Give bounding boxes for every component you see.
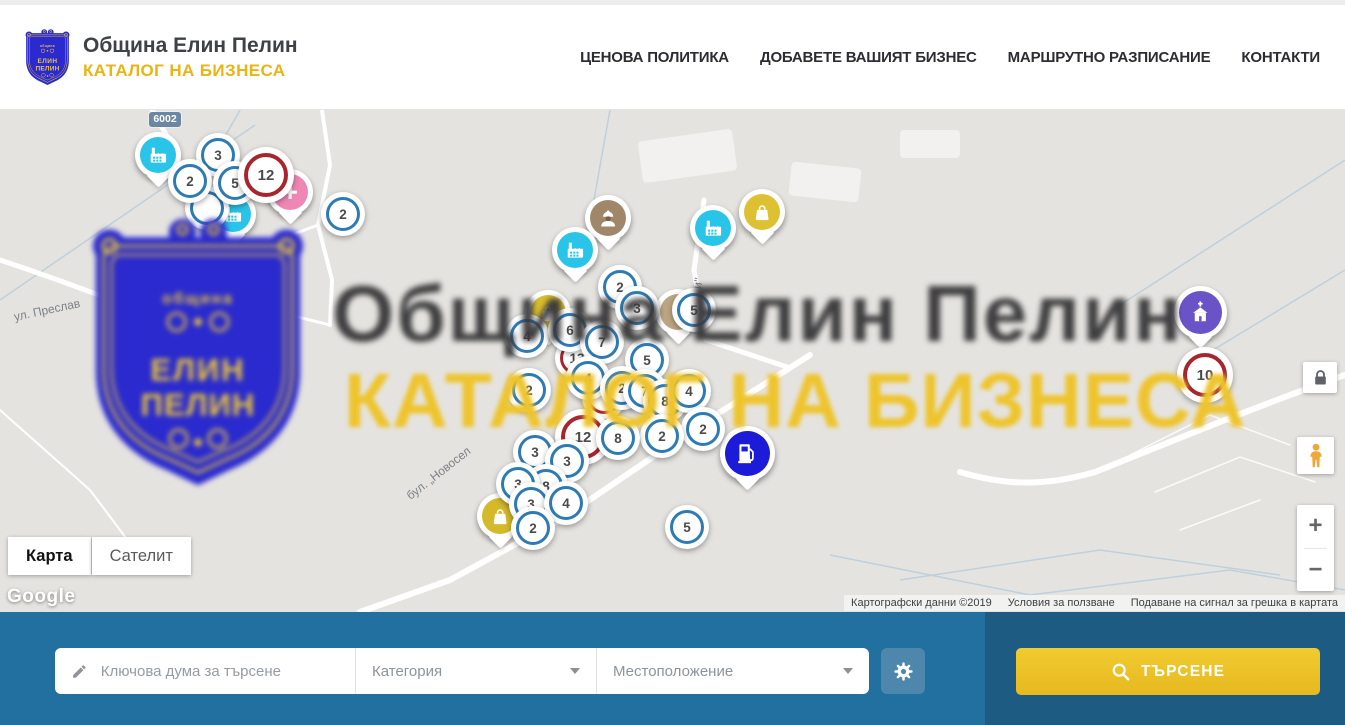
location-select[interactable]: Местоположение: [596, 648, 869, 694]
attribution-data: Картографски данни ©2019: [851, 597, 992, 609]
cluster-marker[interactable]: 2: [681, 407, 725, 451]
church-icon: [1179, 291, 1222, 334]
gear-icon: [892, 660, 915, 683]
factory-pin-marker[interactable]: [552, 227, 598, 273]
map-type-satellite-button[interactable]: Сателит: [92, 537, 191, 575]
location-select-label: Местоположение: [613, 663, 733, 680]
cluster-marker[interactable]: 4: [505, 314, 549, 358]
street-label: бул. „Новосел: [404, 444, 474, 503]
factory-icon: [695, 210, 731, 246]
search-icon: [1111, 662, 1130, 681]
brand-block[interactable]: Община Елин Пелин КАТАЛОГ НА БИЗНЕСА: [83, 33, 298, 81]
map-type-map-button[interactable]: Карта: [8, 537, 91, 575]
nav-add-your-business[interactable]: ДОБАВЕТЕ ВАШИЯТ БИЗНЕС: [760, 49, 977, 66]
cluster-marker[interactable]: 2: [321, 192, 365, 236]
cluster-marker[interactable]: 12: [238, 147, 294, 203]
site-subtitle: КАТАЛОГ НА БИЗНЕСА: [83, 60, 298, 81]
category-select[interactable]: Категория: [355, 648, 596, 694]
fuel-icon: [725, 431, 770, 476]
street-label: ул. Преслав: [13, 296, 82, 324]
lock-icon[interactable]: [1303, 362, 1337, 393]
advanced-search-gear-button[interactable]: [881, 648, 925, 694]
google-logo[interactable]: Google: [7, 586, 75, 608]
search-button-label: ТЪРСЕНЕ: [1141, 663, 1225, 681]
keyword-search-input[interactable]: [99, 662, 339, 681]
church-pin-marker[interactable]: [1174, 286, 1227, 339]
bag-icon: [744, 194, 780, 230]
cluster-marker[interactable]: 2: [640, 414, 684, 458]
cluster-marker[interactable]: 3: [615, 286, 659, 330]
chevron-down-icon: [843, 668, 853, 674]
map-attribution: Картографски данни ©2019 Условия за полз…: [844, 595, 1345, 611]
factory-icon: [140, 137, 176, 173]
map-type-control: Карта Сателит: [8, 537, 191, 575]
municipality-crest-logo[interactable]: община ЕЛИН ПЕЛИН: [24, 28, 71, 87]
svg-text:ЕЛИН: ЕЛИН: [38, 57, 58, 64]
cluster-marker[interactable]: 2: [511, 506, 555, 550]
chevron-down-icon: [570, 668, 580, 674]
main-nav: ЦЕНОВА ПОЛИТИКА ДОБАВЕТЕ ВАШИЯТ БИЗНЕС М…: [580, 49, 1320, 66]
nav-pricing-policy[interactable]: ЦЕНОВА ПОЛИТИКА: [580, 49, 729, 66]
attribution-terms-link[interactable]: Условия за ползване: [1008, 597, 1115, 609]
header: община ЕЛИН ПЕЛИН Община Елин Пелин КАТА…: [0, 0, 1345, 110]
factory-icon: [557, 232, 593, 268]
zoom-control: + −: [1297, 505, 1334, 591]
keyword-field-wrap: [55, 648, 355, 694]
attribution-report-link[interactable]: Подаване на сигнал за грешка в картата: [1131, 597, 1338, 609]
top-strip: [0, 0, 1345, 5]
search-bar-right-panel: ТЪРСЕНЕ: [985, 612, 1345, 725]
cluster-marker[interactable]: 5: [665, 505, 709, 549]
map-markers-layer: 60021ул. Преславбул. „Новоселции"1332512…: [0, 110, 1345, 612]
zoom-in-button[interactable]: +: [1297, 505, 1334, 548]
svg-text:община: община: [40, 43, 55, 47]
search-bar: ТЪРСЕНЕ Категория Местоположение: [0, 612, 1345, 725]
site-title: Община Елин Пелин: [83, 33, 298, 59]
road-number-badge: 6002: [149, 112, 181, 127]
category-select-label: Категория: [372, 663, 442, 680]
fuel-pin-marker[interactable]: [720, 426, 775, 481]
cluster-marker[interactable]: 2: [507, 368, 551, 412]
map-canvas[interactable]: 60021ул. Преславбул. „Новоселции"1332512…: [0, 110, 1345, 612]
search-fields-box: Категория Местоположение: [55, 648, 869, 694]
cluster-marker[interactable]: 2: [168, 159, 212, 203]
nav-route-schedule[interactable]: МАРШРУТНО РАЗПИСАНИЕ: [1008, 49, 1211, 66]
factory-pin-marker[interactable]: [690, 205, 736, 251]
page: община ЕЛИН ПЕЛИН Община Елин Пелин КАТА…: [0, 0, 1345, 725]
cluster-marker[interactable]: 8: [596, 416, 640, 460]
pencil-icon: [71, 662, 88, 681]
nav-contacts[interactable]: КОНТАКТИ: [1241, 49, 1320, 66]
worker-icon: [590, 200, 626, 236]
svg-text:ПЕЛИН: ПЕЛИН: [36, 65, 60, 72]
cluster-marker[interactable]: 10: [1177, 347, 1233, 403]
search-button[interactable]: ТЪРСЕНЕ: [1016, 648, 1320, 695]
cluster-marker[interactable]: 5: [672, 288, 716, 332]
pegman-street-view-button[interactable]: [1297, 437, 1334, 474]
zoom-out-button[interactable]: −: [1297, 549, 1334, 592]
bag-pin-marker[interactable]: [739, 189, 785, 235]
